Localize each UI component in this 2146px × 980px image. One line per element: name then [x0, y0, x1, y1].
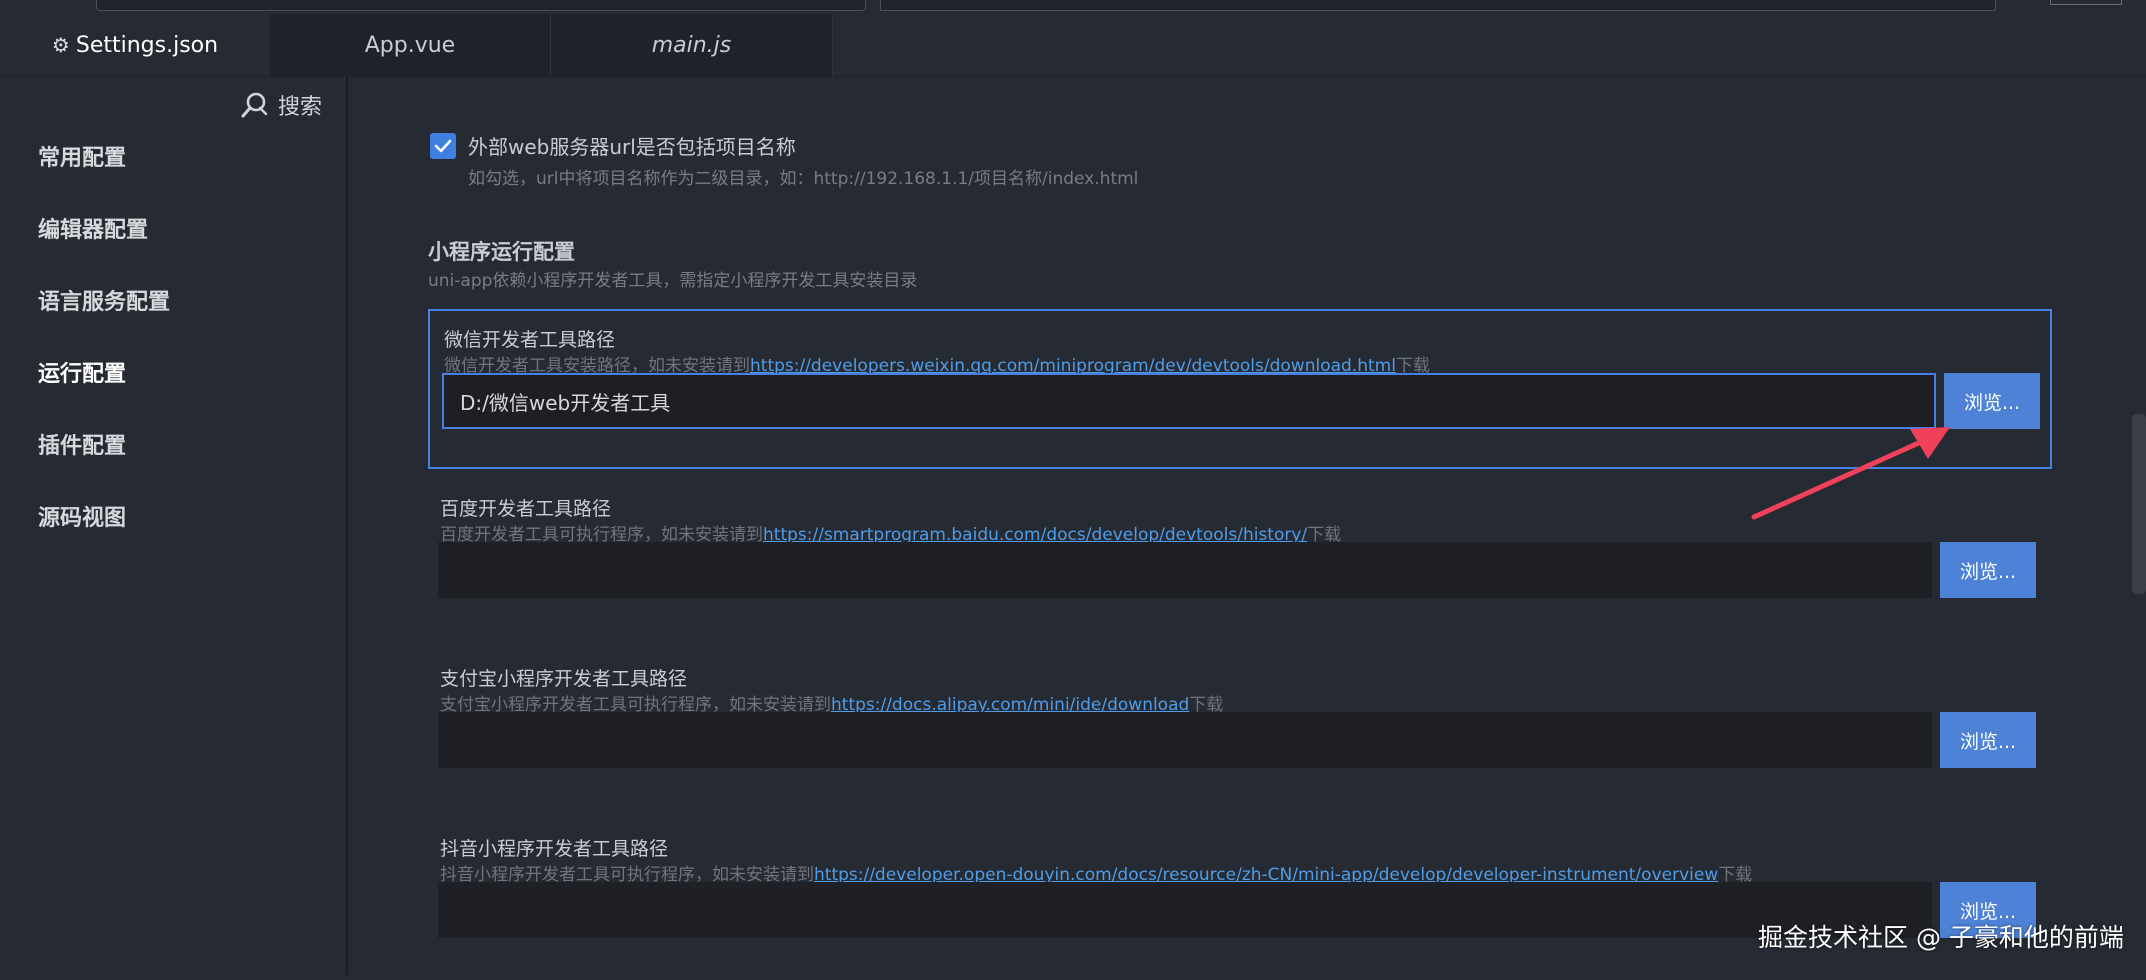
alipay-devtools-path-input[interactable]: [438, 712, 1932, 768]
wechat-devtools-path-input[interactable]: D:/微信web开发者工具: [442, 373, 1936, 429]
check-icon: [434, 139, 452, 153]
section-title: 小程序运行配置: [428, 240, 575, 264]
include-project-name-checkbox[interactable]: [430, 133, 456, 159]
checkbox-description: 如勾选，url中将项目名称作为二级目录，如：http://192.168.1.1…: [468, 169, 1139, 189]
tab-main-js[interactable]: main.js: [551, 14, 833, 76]
tab-label: Settings.json: [75, 32, 219, 58]
group-label: 支付宝小程序开发者工具路径: [440, 668, 688, 690]
annotation-arrow-icon: [1751, 427, 1950, 520]
alipay-devtools-group: 支付宝小程序开发者工具路径 支付宝小程序开发者工具可执行程序，如未安装请到htt…: [426, 650, 2050, 810]
sidebar-item-language-service[interactable]: 语言服务配置: [38, 284, 170, 316]
checkbox-label: 外部web服务器url是否包括项目名称: [468, 135, 796, 159]
group-label: 百度开发者工具路径: [440, 498, 612, 520]
tab-label: App.vue: [364, 32, 456, 58]
sidebar-item-editor[interactable]: 编辑器配置: [38, 212, 148, 244]
search-icon: [241, 92, 268, 118]
douyin-devtools-path-input[interactable]: [438, 882, 1932, 938]
top-field-left[interactable]: [96, 0, 866, 11]
sidebar-item-plugins[interactable]: 插件配置: [38, 428, 126, 460]
section-description: uni-app依赖小程序开发者工具，需指定小程序开发工具安装目录: [428, 271, 918, 291]
browse-button[interactable]: 浏览...: [1940, 712, 2036, 768]
sidebar-item-common[interactable]: 常用配置: [38, 140, 126, 172]
group-label: 抖音小程序开发者工具路径: [440, 838, 669, 860]
tab-label: main.js: [651, 32, 732, 58]
baidu-devtools-path-input[interactable]: [438, 542, 1932, 598]
group-label: 微信开发者工具路径: [444, 329, 616, 351]
douyin-devtools-group: 抖音小程序开发者工具路径 抖音小程序开发者工具可执行程序，如未安装请到https…: [426, 820, 2050, 980]
sidebar-item-source-view[interactable]: 源码视图: [38, 500, 126, 532]
tab-settings-json[interactable]: ⚙ Settings.json: [0, 14, 270, 76]
browse-button[interactable]: 浏览...: [1940, 542, 2036, 598]
search-button[interactable]: 搜索: [240, 89, 322, 121]
vertical-scrollbar[interactable]: [2132, 414, 2146, 594]
search-label: 搜索: [278, 95, 323, 120]
watermark-text: 掘金技术社区 @ 子豪和他的前端: [1758, 923, 2124, 952]
top-strip: [0, 0, 2146, 14]
top-field-right[interactable]: [880, 0, 1996, 11]
settings-sidebar: 搜索 常用配置 编辑器配置 语言服务配置 运行配置 插件配置 源码视图: [0, 77, 348, 975]
tab-bar: ⚙ Settings.json App.vue main.js: [0, 14, 2146, 77]
top-button[interactable]: [2050, 0, 2122, 5]
tab-app-vue[interactable]: App.vue: [270, 14, 551, 76]
sidebar-item-run[interactable]: 运行配置: [38, 356, 126, 388]
gear-icon: ⚙: [51, 33, 70, 57]
